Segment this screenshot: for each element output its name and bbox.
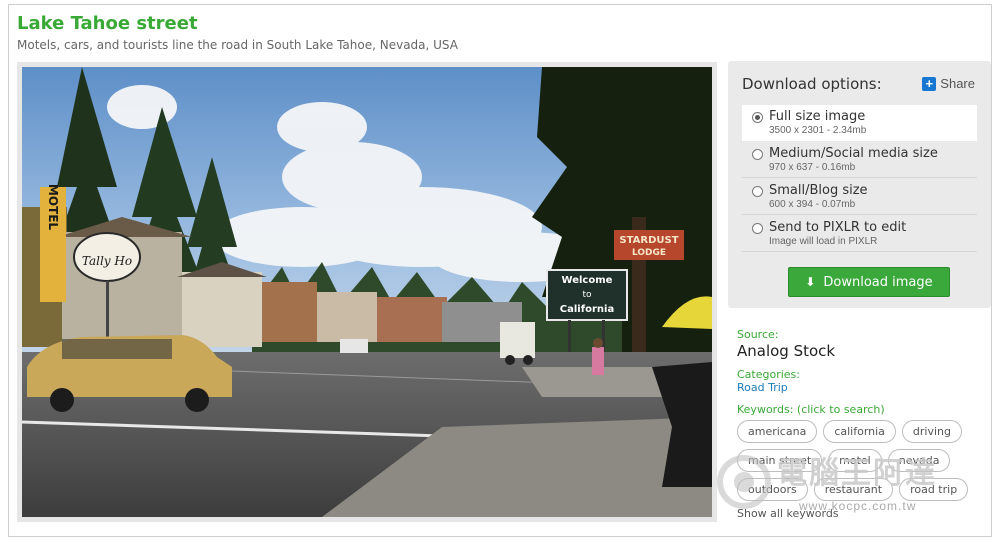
watermark-logo-icon bbox=[717, 455, 771, 509]
option-full-size[interactable]: Full size image 3500 x 2301 - 2.34mb bbox=[742, 105, 977, 141]
option-label: Small/Blog size bbox=[769, 183, 868, 198]
source-label: Source: bbox=[737, 328, 779, 341]
option-label: Medium/Social media size bbox=[769, 146, 938, 161]
main-photo[interactable]: MOTEL Tally Ho Welcome to California STA… bbox=[22, 67, 712, 517]
categories-label: Categories: bbox=[737, 368, 800, 381]
radio-small-size[interactable] bbox=[752, 186, 763, 197]
keyword-tag[interactable]: americana bbox=[737, 420, 818, 443]
download-button-label: Download image bbox=[823, 274, 933, 290]
option-meta: Image will load in PIXLR bbox=[769, 236, 878, 247]
keyword-tag[interactable]: california bbox=[823, 420, 896, 443]
welcome-sign-line2: to bbox=[582, 290, 592, 300]
lodge-sign-text: LODGE bbox=[632, 248, 666, 258]
option-medium-size[interactable]: Medium/Social media size 970 x 637 - 0.1… bbox=[742, 142, 977, 178]
welcome-sign-line1: Welcome bbox=[562, 275, 613, 286]
tally-ho-sign-text: Tally Ho bbox=[82, 254, 132, 268]
option-small-size[interactable]: Small/Blog size 600 x 394 - 0.07mb bbox=[742, 179, 977, 215]
welcome-sign-line3: California bbox=[560, 304, 614, 315]
stardust-sign-text: STARDUST bbox=[619, 235, 678, 246]
motel-sign-text: MOTEL bbox=[46, 184, 60, 231]
plus-share-icon: + bbox=[922, 76, 937, 91]
radio-medium-size[interactable] bbox=[752, 149, 763, 160]
photo-container: MOTEL Tally Ho Welcome to California STA… bbox=[17, 62, 717, 522]
page-frame: Lake Tahoe street Motels, cars, and tour… bbox=[8, 4, 992, 537]
radio-pixlr[interactable] bbox=[752, 223, 763, 234]
category-road-trip[interactable]: Road Trip bbox=[737, 381, 992, 394]
radio-full-size[interactable] bbox=[752, 112, 763, 123]
download-options-panel: Download options: + Share Full size imag… bbox=[728, 61, 991, 308]
keyword-tag[interactable]: driving bbox=[901, 420, 963, 443]
page-subtitle: Motels, cars, and tourists line the road… bbox=[17, 38, 458, 52]
download-arrow-icon: ⬇ bbox=[805, 275, 816, 289]
keywords-label: Keywords: (click to search) bbox=[737, 403, 885, 416]
download-image-button[interactable]: ⬇ Download image bbox=[788, 267, 950, 297]
watermark-url: www.kocpc.com.tw bbox=[799, 499, 917, 513]
source-value[interactable]: Analog Stock bbox=[737, 342, 992, 360]
page-title: Lake Tahoe street bbox=[17, 13, 198, 34]
download-options-title: Download options: bbox=[742, 75, 882, 93]
option-meta: 970 x 637 - 0.16mb bbox=[769, 162, 856, 173]
option-pixlr[interactable]: Send to PIXLR to edit Image will load in… bbox=[742, 216, 977, 252]
option-meta: 3500 x 2301 - 2.34mb bbox=[769, 125, 867, 136]
share-button[interactable]: + Share bbox=[922, 76, 975, 91]
share-label: Share bbox=[940, 76, 975, 91]
watermark-text: 電腦王阿達 bbox=[777, 456, 937, 491]
option-label: Full size image bbox=[769, 109, 866, 124]
option-meta: 600 x 394 - 0.07mb bbox=[769, 199, 856, 210]
option-label: Send to PIXLR to edit bbox=[769, 220, 907, 235]
